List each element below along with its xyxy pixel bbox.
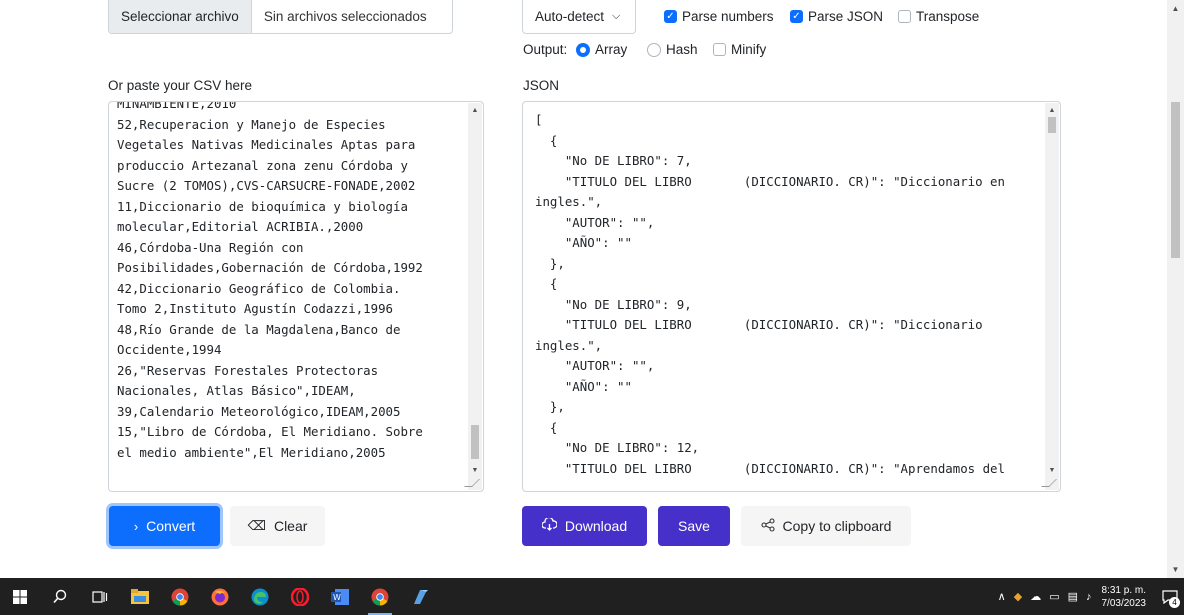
scrollbar-thumb[interactable] [1048, 117, 1056, 133]
csv-input-label: Or paste your CSV here [108, 78, 253, 93]
parse-json-label: Parse JSON [808, 9, 884, 24]
scroll-up-icon[interactable]: ▲ [468, 103, 482, 117]
output-array-radio[interactable]: Array [576, 42, 627, 57]
edge-icon[interactable] [240, 578, 280, 615]
json-output-label: JSON [523, 78, 560, 93]
chevron-down-icon: ⌵ [612, 10, 621, 22]
clock-date: 7/03/2023 [1101, 597, 1147, 609]
json-scrollbar[interactable]: ▲ ▼ [1045, 103, 1059, 477]
separator-select[interactable]: Auto-detect ⌵ [522, 0, 636, 34]
minify-label: Minify [731, 42, 767, 57]
json-textarea[interactable]: [ { "No DE LIBRO": 7, "TITULO DEL LIBRO … [522, 101, 1061, 492]
task-view-icon[interactable] [80, 578, 120, 615]
scroll-down-icon[interactable]: ▼ [1045, 463, 1059, 477]
onedrive-icon[interactable]: ☁ [1030, 590, 1041, 603]
file-status-text: Sin archivos seleccionados [263, 9, 427, 24]
scroll-up-icon[interactable]: ▲ [1167, 0, 1184, 17]
volume-icon[interactable]: ♪ [1086, 591, 1092, 603]
chevron-up-icon[interactable]: ∧ [998, 590, 1006, 603]
radio-selected-icon [576, 42, 590, 57]
windows-start-icon[interactable] [0, 578, 40, 615]
notification-center-icon[interactable]: 4 [1156, 578, 1184, 615]
share-icon [760, 517, 775, 535]
file-explorer-icon[interactable] [120, 578, 160, 615]
backspace-icon: ⌫ [247, 518, 266, 533]
clear-label: Clear [273, 518, 308, 534]
clock-time: 8:31 p. m. [1101, 584, 1146, 596]
checkbox-checked-icon: ✓ [790, 10, 803, 23]
scroll-down-icon[interactable]: ▼ [1167, 561, 1184, 578]
resize-handle-icon[interactable] [1045, 476, 1059, 490]
minify-checkbox[interactable]: Minify [713, 42, 766, 57]
convert-label: Convert [146, 518, 196, 534]
scroll-down-icon[interactable]: ▼ [468, 463, 482, 477]
json-text: [ { "No DE LIBRO": 7, "TITULO DEL LIBRO … [535, 112, 1005, 476]
clear-button[interactable]: ⌫ Clear [230, 506, 325, 546]
file-input[interactable]: Seleccionar archivo Sin archivos selecci… [108, 0, 453, 34]
chrome-icon[interactable] [160, 578, 200, 615]
download-label: Download [564, 518, 628, 534]
clock[interactable]: 8:31 p. m. 7/03/2023 [1102, 584, 1147, 610]
scrollbar-thumb[interactable] [471, 425, 479, 459]
transpose-checkbox[interactable]: Transpose [898, 9, 979, 24]
network-icon[interactable]: ▤ [1068, 590, 1078, 603]
firefox-icon[interactable] [200, 578, 240, 615]
app-icon[interactable] [400, 578, 440, 615]
save-label: Save [678, 518, 710, 534]
save-button[interactable]: Save [658, 506, 730, 546]
csv-text: MINAMBIENTE,2010 52,Recuperacion y Manej… [117, 101, 423, 460]
cloud-download-icon [541, 516, 558, 534]
resize-handle-icon[interactable] [468, 476, 482, 490]
word-icon[interactable]: W [320, 578, 360, 615]
output-array-label: Array [595, 42, 628, 57]
notification-badge: 4 [1169, 597, 1180, 608]
output-hash-radio[interactable]: Hash [647, 42, 698, 57]
choose-file-button[interactable]: Seleccionar archivo [109, 0, 252, 33]
svg-text:W: W [333, 593, 341, 602]
parse-json-checkbox[interactable]: ✓ Parse JSON [790, 9, 883, 24]
chrome-active-icon[interactable] [360, 578, 400, 615]
separator-select-value: Auto-detect [535, 9, 605, 24]
opera-icon[interactable] [280, 578, 320, 615]
radio-unselected-icon [647, 42, 661, 57]
copy-to-clipboard-button[interactable]: Copy to clipboard [741, 506, 911, 546]
battery-icon[interactable]: ▭ [1049, 590, 1059, 603]
system-tray: ∧ ◆ ☁ ▭ ▤ ♪ 8:31 p. m. 7/03/2023 4 [994, 578, 1184, 615]
parse-numbers-checkbox[interactable]: ✓ Parse numbers [664, 9, 774, 24]
page-scrollbar[interactable]: ▲ ▼ [1167, 0, 1184, 578]
convert-button[interactable]: › Convert [109, 506, 220, 546]
checkbox-unchecked-icon [898, 10, 911, 23]
transpose-label: Transpose [916, 9, 980, 24]
chevron-right-icon: › [133, 518, 139, 534]
checkbox-checked-icon: ✓ [664, 10, 677, 23]
page-scrollbar-thumb[interactable] [1171, 102, 1180, 258]
checkbox-unchecked-icon [713, 43, 726, 56]
download-button[interactable]: Download [522, 506, 647, 546]
copy-label: Copy to clipboard [782, 518, 892, 534]
csv-textarea[interactable]: MINAMBIENTE,2010 52,Recuperacion y Manej… [108, 101, 484, 492]
parse-numbers-label: Parse numbers [682, 9, 774, 24]
csv-scrollbar[interactable]: ▲ ▼ [468, 103, 482, 477]
security-shield-icon[interactable]: ◆ [1014, 590, 1022, 603]
search-icon[interactable] [40, 578, 80, 615]
scroll-up-icon[interactable]: ▲ [1045, 103, 1059, 117]
output-label: Output: [523, 42, 568, 57]
taskbar: W ∧ ◆ ☁ ▭ ▤ ♪ 8:31 p. m. 7/03/2023 4 [0, 578, 1184, 615]
output-hash-label: Hash [666, 42, 698, 57]
